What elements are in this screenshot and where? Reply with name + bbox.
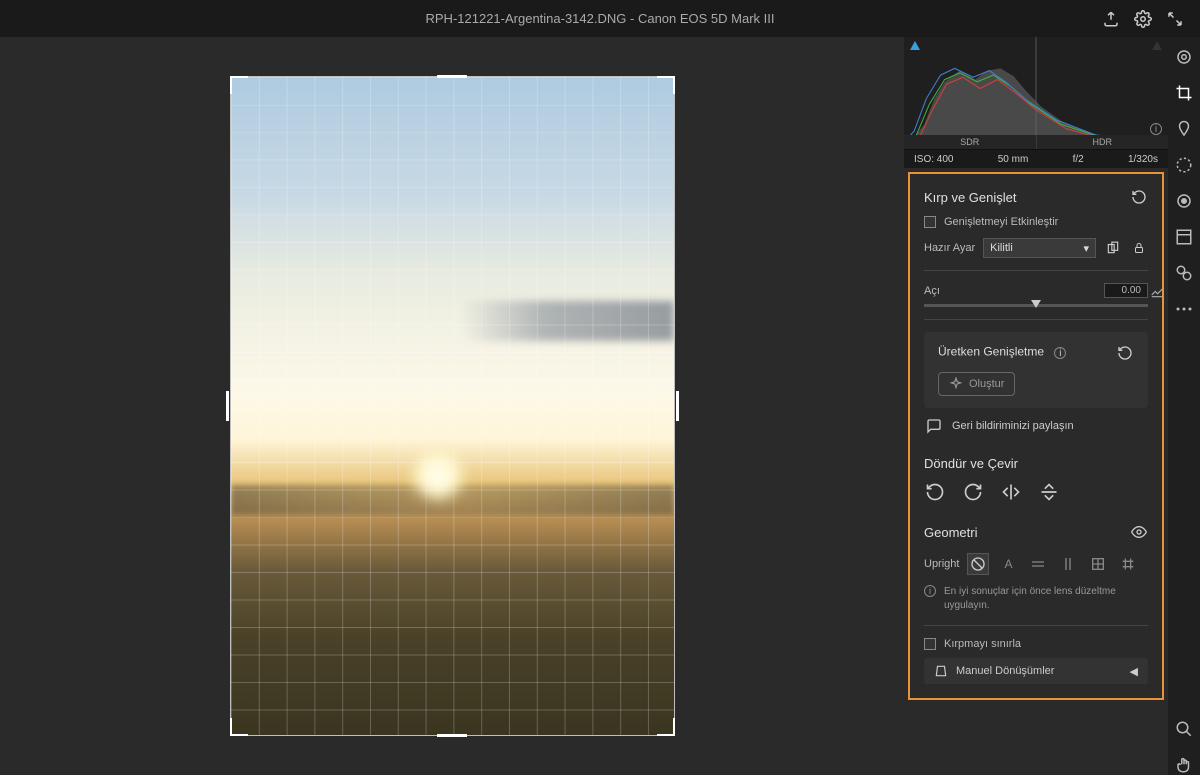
feedback-label: Geri bildiriminizi paylaşın [952,420,1074,432]
photo [231,77,674,735]
enable-expand-label: Genişletmeyi Etkinleştir [944,216,1058,228]
rotate-ccw-icon[interactable] [924,481,946,503]
crop-title: Kırp ve Genişlet [924,190,1017,205]
manual-transforms-label: Manuel Dönüşümler [956,665,1054,677]
upright-level-button[interactable] [1027,553,1049,575]
preset-label: Hazır Ayar [924,242,975,254]
crop-corner-bl[interactable] [230,718,248,736]
upright-label: Upright [924,558,959,570]
constrain-crop-label: Kırpmayı sınırla [944,638,1021,650]
gen-expand-title: Üretken Genişletme [938,345,1044,359]
aspect-preset-dropdown[interactable]: Kilitli ▾ [983,238,1096,258]
angle-slider-thumb[interactable] [1031,300,1041,308]
crop-tool-icon[interactable] [1174,83,1194,103]
chevron-down-icon: ▾ [1083,242,1089,255]
crop-handle-right[interactable] [676,391,679,421]
feedback-row[interactable]: Geri bildiriminizi paylaşın [926,418,1146,434]
crop-handle-bottom[interactable] [437,734,467,737]
presets-icon[interactable] [1174,263,1194,283]
swap-orientation-icon[interactable] [1104,239,1122,257]
angle-label: Açı [924,285,940,297]
crop-corner-tl[interactable] [230,76,248,94]
lock-icon[interactable] [1130,239,1148,257]
upright-vertical-button[interactable] [1057,553,1079,575]
upright-guided-button[interactable] [1117,553,1139,575]
angle-slider[interactable] [924,304,1148,307]
crop-corner-br[interactable] [657,718,675,736]
reset-crop-icon[interactable] [1130,188,1148,206]
more-icon[interactable] [1174,299,1194,319]
chat-icon [926,418,942,434]
chevron-left-icon: ◀ [1130,665,1138,678]
info-icon: i [924,585,936,597]
generative-expand-box: Üretken Genişletme i Oluştur [924,332,1148,408]
info-icon[interactable]: i [1150,123,1162,135]
panels-icon[interactable] [1174,227,1194,247]
crop-panel-highlight: Kırp ve Genişlet Genişletmeyi Etkinleşti… [908,172,1164,700]
edit-tool-icon[interactable] [1174,47,1194,67]
enable-expand-checkbox[interactable] [924,216,936,228]
gear-icon[interactable] [1134,10,1152,28]
upright-auto-button[interactable]: A [997,553,1019,575]
crop-frame[interactable] [230,76,675,736]
generate-button[interactable]: Oluştur [938,372,1015,396]
angle-value[interactable]: 0.00 [1104,283,1148,298]
manual-transforms-row[interactable]: Manuel Dönüşümler ◀ [924,658,1148,684]
sparkle-icon [949,377,963,391]
upright-off-button[interactable] [967,553,989,575]
highlight-clip-icon[interactable] [1152,41,1162,50]
geometry-section: Geometri Upright A [910,513,1162,694]
fullscreen-icon[interactable] [1166,10,1184,28]
rotate-title: Döndür ve Çevir [924,456,1018,471]
histogram[interactable]: i SDR HDR [904,37,1168,150]
rotate-cw-icon[interactable] [962,481,984,503]
auto-straighten-icon[interactable] [1148,283,1166,301]
dynamic-range-bar: SDR HDR [904,135,1168,149]
info-icon[interactable]: i [1051,344,1069,362]
canvas[interactable] [0,37,904,775]
toolstrip [1168,37,1200,775]
transform-icon [934,664,948,678]
reset-gen-icon[interactable] [1116,344,1134,362]
geometry-title: Geometri [924,525,977,540]
geometry-hint: En iyi sonuçlar için önce lens düzeltme … [944,585,1148,613]
flip-vertical-icon[interactable] [1038,481,1060,503]
crop-handle-top[interactable] [437,75,467,78]
export-icon[interactable] [1102,10,1120,28]
shadow-clip-icon[interactable] [910,41,920,50]
rotate-section: Döndür ve Çevir [910,446,1162,513]
zoom-tool-icon[interactable] [1174,719,1194,739]
upright-full-button[interactable] [1087,553,1109,575]
enable-expand-row[interactable]: Genişletmeyi Etkinleştir [924,216,1148,228]
constrain-crop-checkbox[interactable] [924,638,936,650]
crop-corner-tr[interactable] [657,76,675,94]
topbar: RPH-121221-Argentina-3142.DNG - Canon EO… [0,0,1200,37]
hand-tool-icon[interactable] [1174,755,1194,775]
crop-section: Kırp ve Genişlet Genişletmeyi Etkinleşti… [910,178,1162,446]
constrain-crop-row[interactable]: Kırpmayı sınırla [924,638,1148,650]
flip-horizontal-icon[interactable] [1000,481,1022,503]
healing-tool-icon[interactable] [1174,119,1194,139]
crop-handle-left[interactable] [226,391,229,421]
exif-row: ISO: 40050 mmf/21/320s [904,150,1168,168]
file-title: RPH-121221-Argentina-3142.DNG - Canon EO… [425,11,774,26]
redeye-tool-icon[interactable] [1174,191,1194,211]
mask-tool-icon[interactable] [1174,155,1194,175]
eye-icon[interactable] [1130,523,1148,541]
